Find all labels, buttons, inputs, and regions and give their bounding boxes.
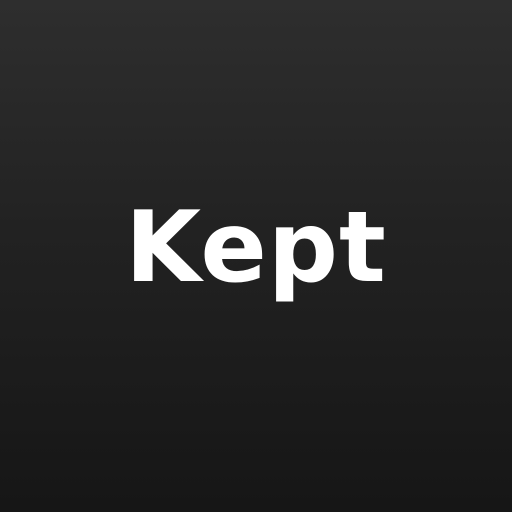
app-wordmark: Kept: [125, 191, 387, 305]
splash-screen: Kept: [0, 0, 512, 512]
